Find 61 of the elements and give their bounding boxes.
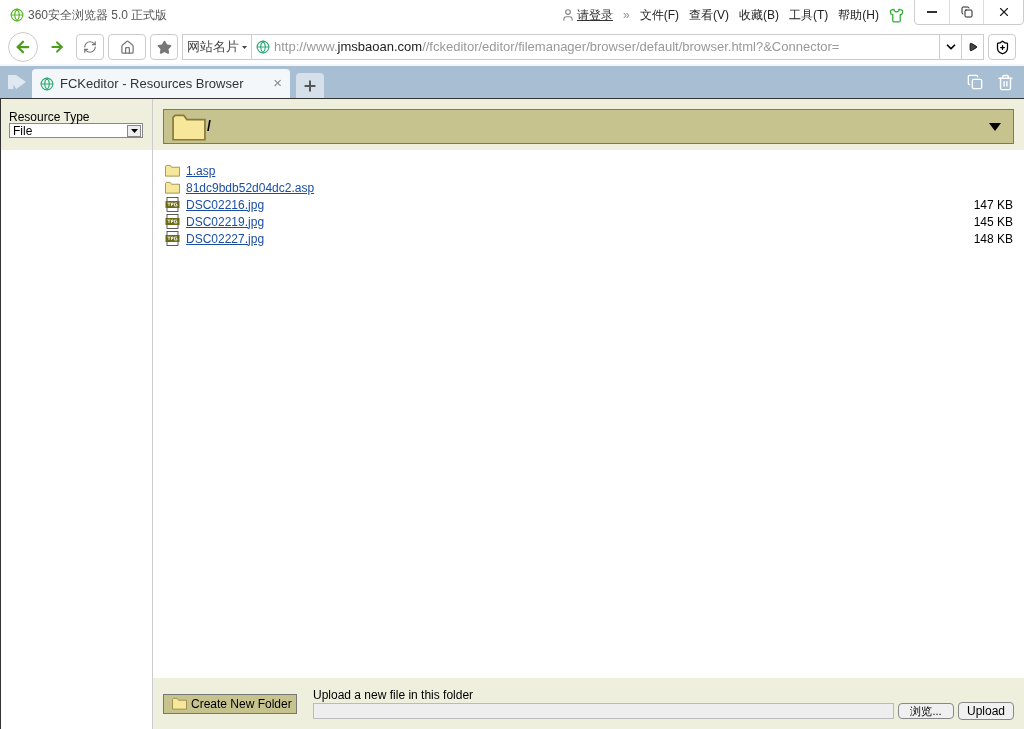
restore-icon xyxy=(960,6,973,18)
menu-item[interactable]: 收藏(B) xyxy=(739,6,779,24)
menu-item[interactable]: 帮助(H) xyxy=(838,6,879,24)
folder-icon xyxy=(165,181,180,194)
site-icon xyxy=(40,76,54,91)
current-folder-path: / xyxy=(207,117,211,136)
site-cards-dropdown[interactable]: 网站名片 xyxy=(183,35,252,59)
forward-arrow-icon xyxy=(49,39,65,55)
browser-tab[interactable]: FCKeditor - Resources Browser × xyxy=(32,69,290,98)
address-bar[interactable]: 网站名片 http://www.jmsbaoan.com//fckeditor/editor/filemanager/browser/default/browser.html?&Connector= xyxy=(182,34,984,60)
plus-icon xyxy=(302,77,318,94)
tab-close[interactable]: × xyxy=(273,72,282,95)
windows-icon[interactable] xyxy=(967,74,983,90)
refresh-button[interactable] xyxy=(76,34,104,60)
dropdown-icon[interactable] xyxy=(989,122,1001,131)
caret-icon xyxy=(242,45,247,49)
home-button[interactable] xyxy=(108,34,146,60)
site-icon xyxy=(256,40,270,54)
upload-button[interactable]: Upload xyxy=(958,701,1014,720)
sidebar-toggle-icon[interactable] xyxy=(8,75,26,89)
tab-title: FCKeditor - Resources Browser xyxy=(60,74,244,93)
skin-icon[interactable] xyxy=(889,7,904,23)
folder-icon xyxy=(172,697,187,710)
file-link[interactable]: DSC02216.jpg xyxy=(186,195,265,214)
refresh-icon xyxy=(83,40,97,54)
window-title: 360安全浏览器 5.0 正式版 xyxy=(28,7,168,24)
browse-button[interactable]: 浏览... xyxy=(898,702,954,719)
resource-type-label: Resource Type xyxy=(9,111,91,123)
image-file-icon xyxy=(165,197,180,212)
file-link[interactable]: 1.asp xyxy=(186,161,216,180)
folder-icon xyxy=(165,164,180,177)
url-text: http://www.jmsbaoan.com//fckeditor/editor/filemanager/browser/default/browser.html?&Connector= xyxy=(274,38,841,57)
new-tab-button[interactable] xyxy=(296,73,324,98)
trash-icon[interactable] xyxy=(997,73,1014,91)
menu-item[interactable]: 工具(T) xyxy=(789,6,829,24)
login-link[interactable]: 请登录 xyxy=(577,6,613,24)
image-file-icon xyxy=(165,231,180,246)
menu-item[interactable]: 文件(F) xyxy=(639,6,679,24)
minimize-icon xyxy=(927,11,937,13)
star-icon xyxy=(156,39,172,55)
file-size: 148 KB xyxy=(973,230,1013,248)
create-folder-button[interactable]: Create New Folder xyxy=(163,693,297,714)
dropdown-icon xyxy=(130,128,138,133)
user-icon xyxy=(561,8,575,22)
favorite-button[interactable] xyxy=(150,34,178,60)
file-input-field[interactable] xyxy=(313,702,894,719)
upload-label: Upload a new file in this folder xyxy=(313,687,475,702)
file-link[interactable]: DSC02219.jpg xyxy=(186,212,265,231)
resource-type-select[interactable]: File xyxy=(9,123,143,138)
folder-icon xyxy=(172,112,206,141)
shield-icon xyxy=(994,39,1010,55)
file-size: 147 KB xyxy=(973,196,1013,214)
file-link[interactable]: DSC02227.jpg xyxy=(186,229,265,248)
shield-button[interactable] xyxy=(988,34,1016,60)
file-size: 145 KB xyxy=(973,213,1013,231)
home-icon xyxy=(119,39,135,55)
image-file-icon xyxy=(165,214,180,229)
go-icon[interactable] xyxy=(967,42,978,52)
file-link[interactable]: 81dc9bdb52d04dc2.asp xyxy=(186,178,315,197)
menu-item[interactable]: 查看(V) xyxy=(689,6,729,24)
browser-logo-icon xyxy=(10,8,24,22)
